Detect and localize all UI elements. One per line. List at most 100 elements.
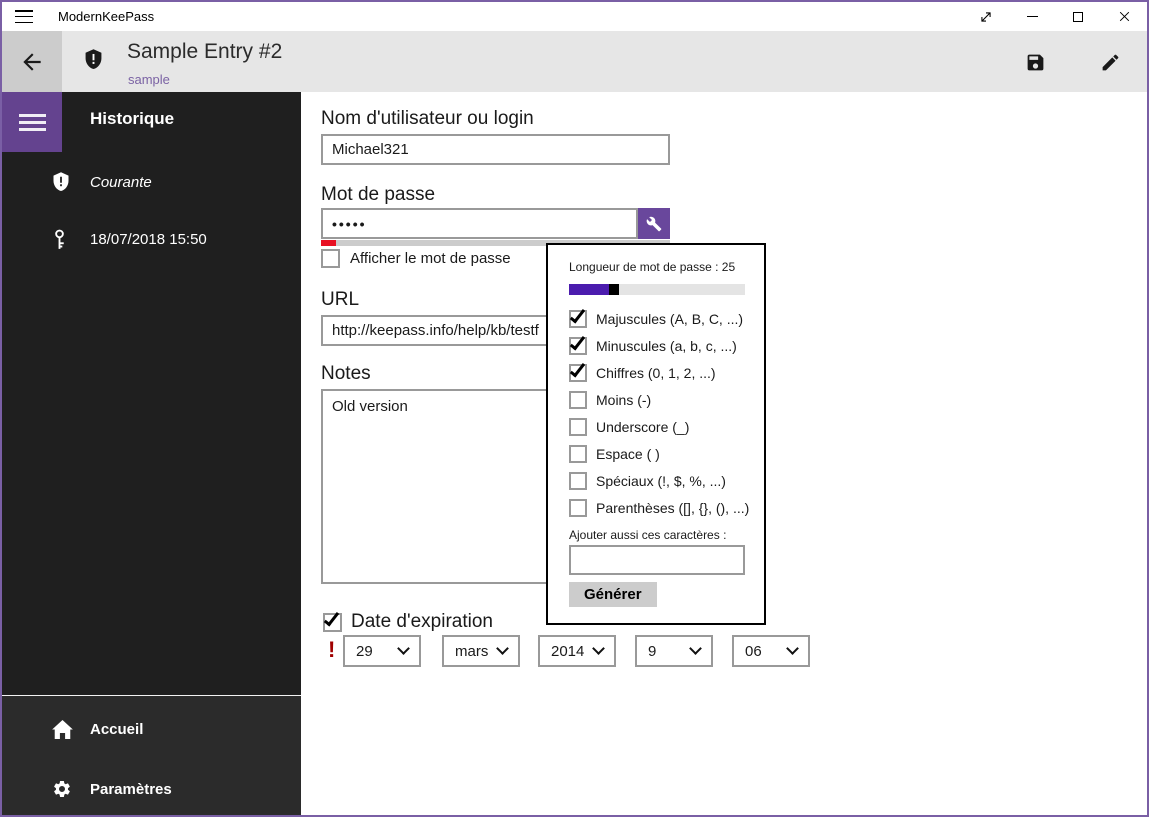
sidebar-item-history-entry[interactable]: 18/07/2018 15:50 — [2, 221, 301, 257]
sidebar-item-current[interactable]: Courante — [2, 164, 301, 200]
sidebar-heading: Historique — [90, 109, 175, 128]
chevron-down-icon — [592, 642, 605, 655]
checkbox-box[interactable] — [569, 360, 587, 382]
checkmark-icon — [569, 306, 586, 324]
sidebar-item-label: 18/07/2018 15:50 — [90, 230, 207, 248]
checkbox-box[interactable] — [569, 418, 587, 436]
entry-form: Nom d'utilisateur ou login Mot de passe … — [301, 92, 1147, 815]
option-label: Minuscules (a, b, c, ...) — [596, 338, 737, 354]
option-label: Parenthèses ([], {}, (), ...) — [596, 500, 750, 516]
option-label: Chiffres (0, 1, 2, ...) — [596, 365, 716, 381]
minute-dropdown[interactable]: 06 — [732, 635, 810, 667]
expand-icon — [981, 11, 991, 22]
option-label: Majuscules (A, B, C, ...) — [596, 311, 744, 327]
minimize-button[interactable] — [1009, 2, 1055, 31]
option-uppercase[interactable]: Majuscules (A, B, C, ...) — [569, 306, 744, 328]
option-lowercase[interactable]: Minuscules (a, b, c, ...) — [569, 333, 737, 355]
slider-thumb[interactable] — [609, 284, 619, 295]
entry-group: sample — [128, 72, 170, 87]
option-minus[interactable]: Moins (-) — [569, 391, 651, 409]
day-value: 29 — [356, 642, 373, 660]
checkbox-box[interactable] — [569, 333, 587, 355]
expiration-checkbox[interactable]: Date d'expiration — [323, 609, 493, 633]
checkbox-box[interactable] — [321, 249, 340, 268]
year-value: 2014 — [551, 642, 585, 660]
minimize-icon — [1026, 16, 1038, 17]
option-brackets[interactable]: Parenthèses ([], {}, (), ...) — [569, 499, 749, 517]
window-controls — [963, 2, 1147, 31]
save-button[interactable] — [1017, 46, 1053, 78]
app-title: ModernKeePass — [58, 9, 155, 24]
username-label: Nom d'utilisateur ou login — [321, 108, 534, 129]
month-value: mars — [455, 642, 489, 660]
menu-icon[interactable] — [15, 10, 33, 23]
sidebar-item-label: Paramètres — [90, 780, 172, 798]
edit-button[interactable] — [1092, 46, 1128, 78]
chevron-down-icon — [786, 642, 799, 655]
checkbox-box[interactable] — [569, 445, 587, 463]
gear-icon — [52, 779, 74, 799]
password-length-slider[interactable] — [569, 284, 745, 295]
option-space[interactable]: Espace ( ) — [569, 445, 660, 463]
sidebar-footer: Accueil Paramètres — [2, 695, 301, 815]
month-dropdown[interactable]: mars — [442, 635, 520, 667]
back-button[interactable] — [2, 31, 62, 92]
entry-title: Sample Entry #2 — [127, 40, 283, 63]
key-icon — [52, 229, 72, 250]
generate-password-button[interactable] — [638, 208, 670, 239]
option-digits[interactable]: Chiffres (0, 1, 2, ...) — [569, 360, 716, 382]
password-input[interactable] — [321, 208, 638, 239]
checkbox-box[interactable] — [569, 472, 587, 490]
hour-dropdown[interactable]: 9 — [635, 635, 713, 667]
password-row — [321, 208, 670, 239]
option-label: Moins (-) — [596, 392, 652, 408]
password-strength-fill — [321, 240, 336, 246]
password-length-label: Longueur de mot de passe : 25 — [569, 260, 736, 274]
sidebar-item-home[interactable]: Accueil — [2, 709, 301, 749]
sidebar-item-label: Accueil — [90, 720, 144, 738]
username-input[interactable] — [321, 134, 670, 165]
chevron-down-icon — [689, 642, 702, 655]
save-icon — [1027, 54, 1043, 70]
option-underscore[interactable]: Underscore (_) — [569, 418, 689, 436]
additional-chars-input[interactable] — [569, 545, 745, 575]
expand-button[interactable] — [963, 2, 1009, 31]
password-label: Mot de passe — [321, 184, 436, 205]
sidebar-item-settings[interactable]: Paramètres — [2, 769, 301, 809]
app-window: ModernKeePass Sample Entry #2 sample His… — [0, 0, 1149, 817]
close-button[interactable] — [1101, 2, 1147, 31]
shield-icon — [52, 172, 72, 192]
nav-hamburger-button[interactable] — [2, 92, 62, 152]
entry-header: Sample Entry #2 sample — [2, 31, 1147, 92]
minute-value: 06 — [745, 642, 762, 660]
edit-icon — [1102, 54, 1118, 70]
shield-icon — [84, 49, 103, 70]
option-special[interactable]: Spéciaux (!, $, %, ...) — [569, 472, 726, 490]
checkmark-icon — [323, 609, 340, 626]
day-dropdown[interactable]: 29 — [343, 635, 421, 667]
generate-button[interactable]: Générer — [569, 582, 657, 607]
checkbox-box[interactable] — [569, 391, 587, 409]
sidebar-item-label: Courante — [90, 173, 152, 191]
checkbox-box[interactable] — [323, 609, 342, 632]
chevron-down-icon — [496, 642, 509, 655]
url-label: URL — [321, 289, 360, 310]
slider-fill — [569, 284, 609, 295]
titlebar: ModernKeePass — [2, 2, 1147, 31]
checkbox-box[interactable] — [569, 499, 587, 517]
checkmark-icon — [569, 333, 586, 351]
menu-icon — [18, 113, 46, 131]
hour-value: 9 — [648, 642, 657, 660]
warning-icon: ! — [328, 637, 336, 662]
wrench-icon — [646, 216, 662, 231]
year-dropdown[interactable]: 2014 — [538, 635, 616, 667]
close-icon — [1119, 11, 1129, 22]
home-icon — [52, 719, 74, 739]
show-password-label: Afficher le mot de passe — [350, 250, 511, 267]
show-password-checkbox[interactable]: Afficher le mot de passe — [321, 249, 511, 268]
checkbox-box[interactable] — [569, 306, 587, 328]
maximize-button[interactable] — [1055, 2, 1101, 31]
checkmark-icon — [569, 360, 586, 378]
option-label: Underscore (_) — [596, 419, 690, 435]
maximize-icon — [1073, 11, 1083, 22]
